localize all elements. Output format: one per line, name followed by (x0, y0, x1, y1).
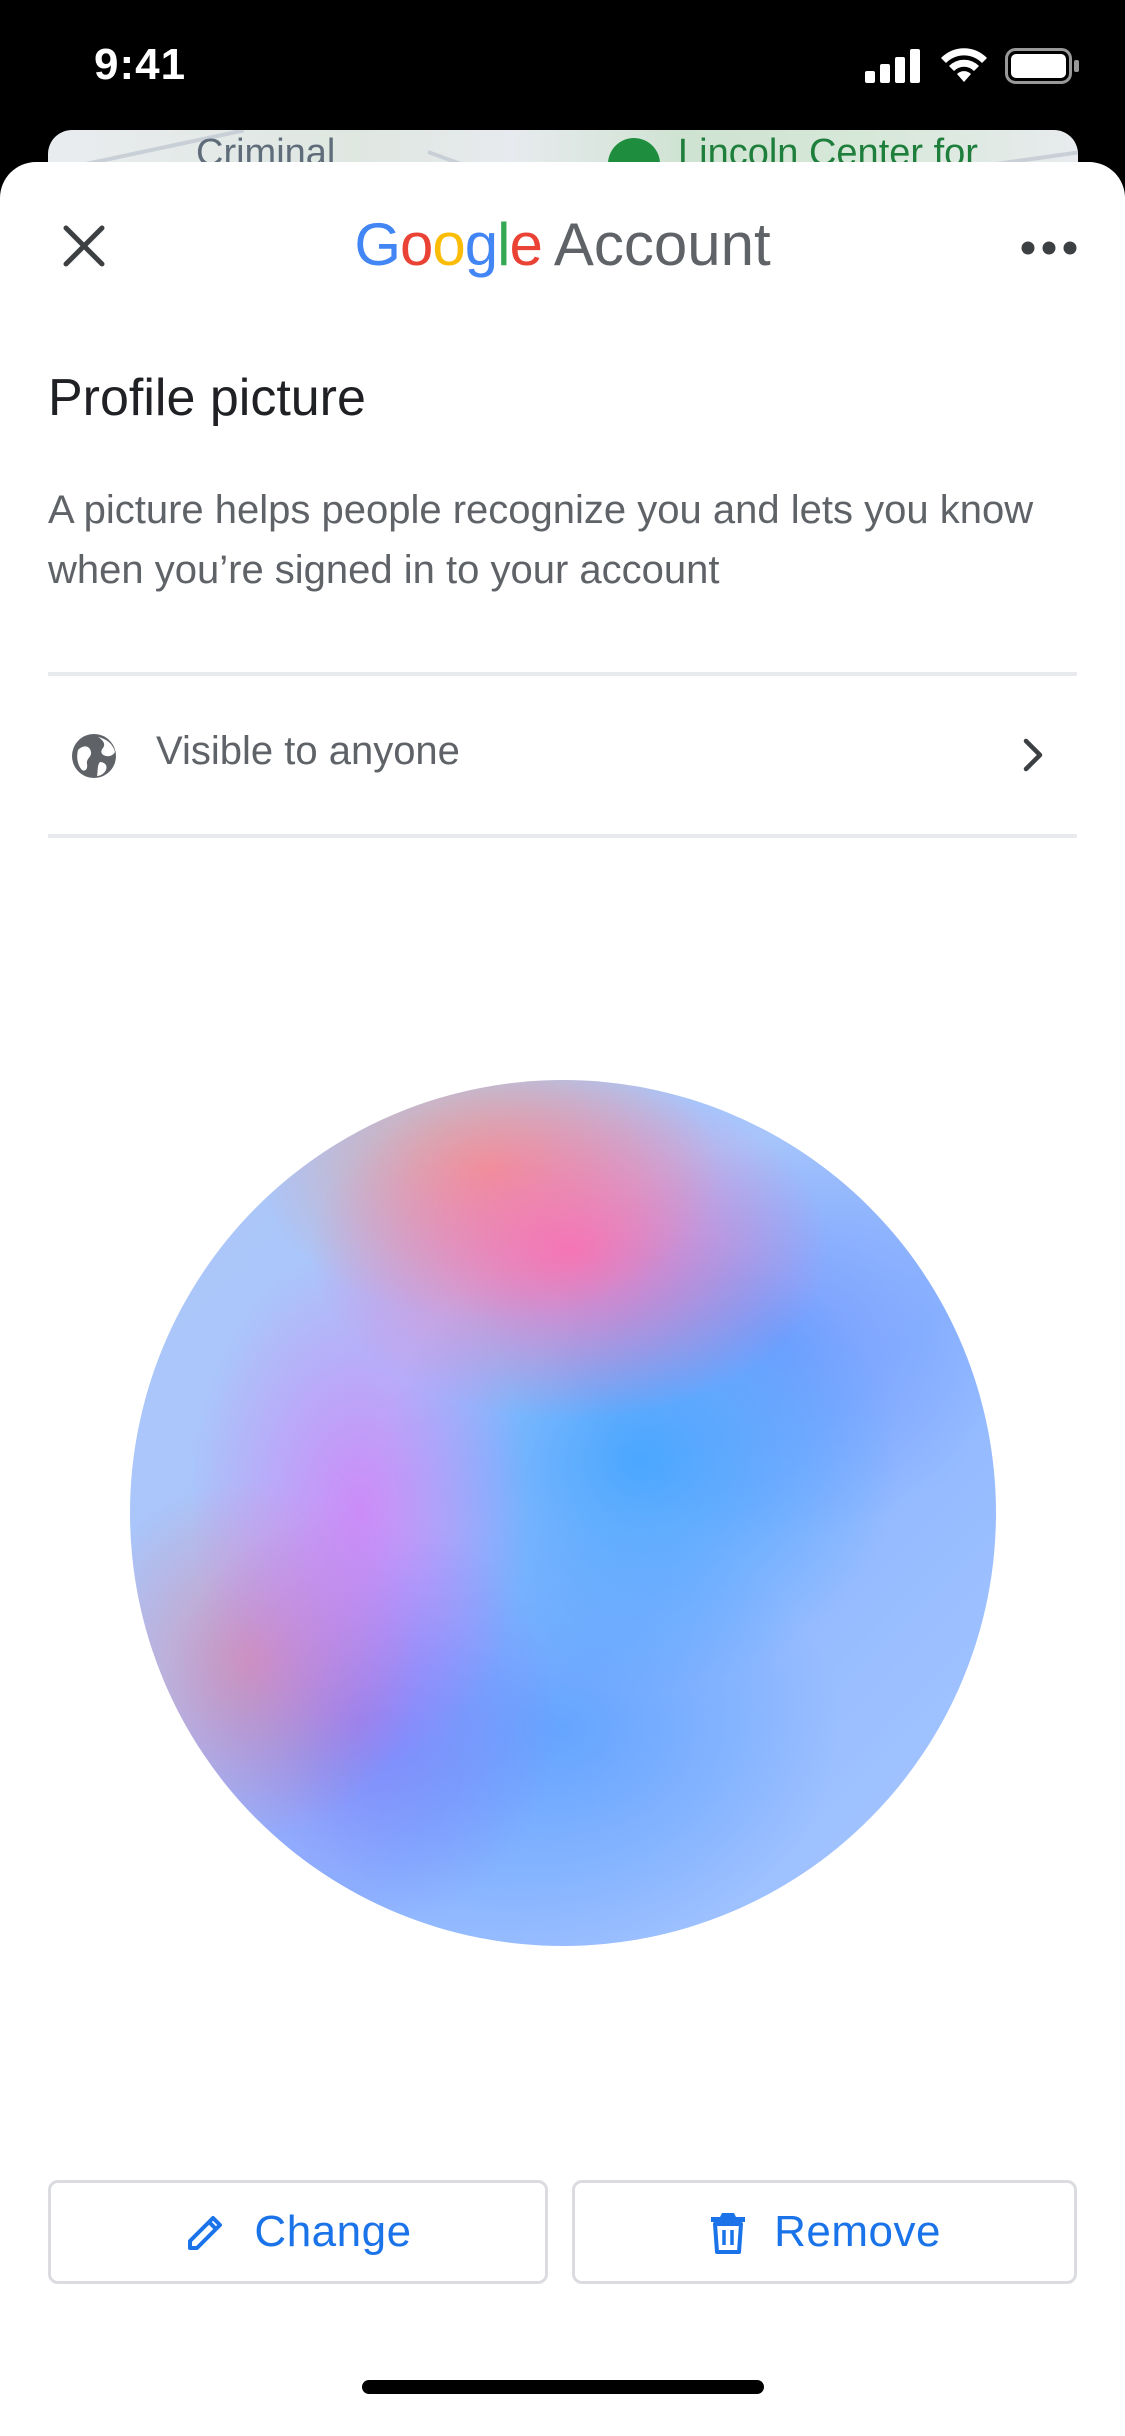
cellular-signal-icon (865, 49, 920, 83)
bottom-sheet: Google Account Profile picture A picture … (0, 162, 1125, 2436)
trash-icon (711, 2213, 746, 2254)
pencil-icon (188, 2216, 223, 2250)
divider (48, 672, 1077, 676)
account-wordmark: Account (553, 211, 771, 278)
change-button[interactable]: Change (48, 2180, 548, 2284)
change-button-label: Change (254, 2207, 412, 2256)
status-bar: 9:41 (0, 0, 1125, 140)
page-title: Profile picture (48, 369, 366, 427)
remove-button[interactable]: Remove (572, 2180, 1077, 2284)
remove-button-label: Remove (774, 2207, 941, 2256)
chevron-right-icon (1023, 738, 1043, 772)
status-time: 9:41 (94, 40, 187, 89)
more-options-icon (1021, 241, 1077, 255)
sheet-header: Google Account (0, 162, 1125, 332)
more-options-button[interactable] (1013, 222, 1085, 274)
divider (48, 834, 1077, 838)
visibility-setting-row[interactable]: Visible to anyone (48, 677, 1077, 837)
wifi-icon (941, 48, 987, 82)
profile-picture (130, 1080, 996, 1946)
google-wordmark: Google (354, 211, 543, 278)
globe-icon (72, 734, 116, 778)
visibility-label: Visible to anyone (156, 729, 460, 773)
screen: 9:41 Criminal Lincoln Center for Google … (0, 0, 1125, 2436)
page-description: A picture helps people recognize you and… (48, 488, 1034, 592)
battery-icon (1005, 48, 1079, 84)
status-icons (865, 48, 1081, 84)
google-account-logo: Google Account (0, 210, 1125, 280)
home-indicator[interactable] (362, 2380, 764, 2394)
